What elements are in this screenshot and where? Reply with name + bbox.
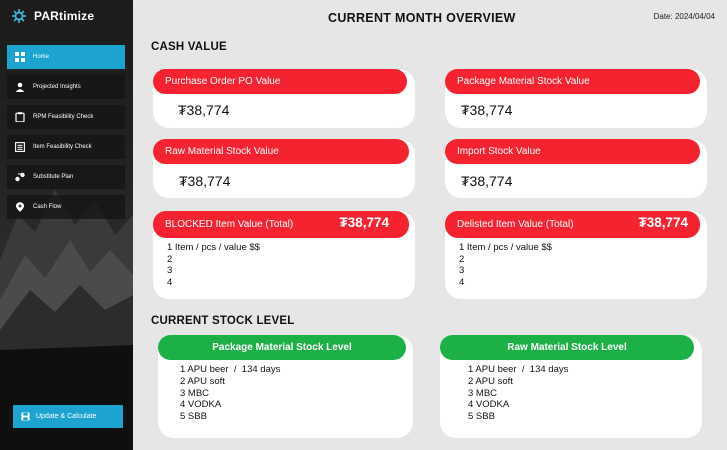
card-amount: ₮38,774	[339, 215, 389, 230]
purchase-order-value-card: Purchase Order PO Value ₮38,774	[153, 69, 415, 128]
list-item: 2	[459, 253, 465, 265]
card-label: Raw Material Stock Value	[153, 139, 409, 164]
raw-material-stock-value-card: Raw Material Stock Value ₮38,774	[153, 139, 415, 198]
package-material-stock-level-card: Package Material Stock Level 1 APU beer …	[158, 335, 413, 438]
list-item: 3 MBC	[468, 387, 498, 399]
list-item: 2 APU soft	[180, 375, 225, 387]
package-material-stock-value-card: Package Material Stock Value ₮38,774	[445, 69, 707, 128]
sidebar-item-label: Substitute Plan	[33, 174, 74, 180]
save-icon	[21, 412, 30, 421]
cash-value-heading: CASH VALUE	[151, 41, 227, 53]
list-item: 4	[167, 276, 173, 288]
list-item: 4 VODKA	[468, 399, 510, 411]
list-item: 5 SBB	[468, 411, 495, 423]
list-item: 3	[459, 265, 465, 276]
swap-icon	[15, 172, 25, 182]
list-item: 3 MBC	[180, 387, 210, 399]
list-item: 1 APU beer / 134 days	[468, 364, 569, 375]
card-amount: ₮38,774	[638, 215, 688, 230]
blocked-item-value-card: BLOCKED Item Value (Total) ₮38,774 1 Ite…	[153, 211, 415, 299]
blocked-item-list: 1 Item / pcs / value $$ 2 3 4	[167, 242, 260, 288]
list-item: 5 SBB	[180, 411, 207, 423]
list-item: 1 Item / pcs / value $$	[459, 242, 552, 253]
package-stock-list: 1 APU beer / 134 days 2 APU soft 3 MBC 4…	[180, 364, 280, 423]
list-item: 2 APU soft	[468, 375, 513, 387]
sidebar-item-label: Item Feasibility Check	[33, 144, 92, 150]
card-amount: ₮38,774	[179, 173, 231, 189]
update-calculate-button[interactable]: Update & Calculate	[13, 405, 123, 428]
document-list-icon	[15, 142, 25, 152]
raw-stock-list: 1 APU beer / 134 days 2 APU soft 3 MBC 4…	[468, 364, 568, 423]
sidebar: PARtimize Home Projected Insights RPM Fe…	[0, 0, 133, 450]
blocked-item-pill: BLOCKED Item Value (Total) ₮38,774	[153, 211, 409, 238]
sidebar-nav: Home Projected Insights RPM Feasibility …	[7, 45, 125, 225]
list-item: 4 VODKA	[180, 399, 222, 411]
list-item: 4	[459, 276, 465, 288]
card-label: Delisted Item Value (Total)	[457, 219, 574, 230]
sidebar-item-label: Projected Insights	[33, 84, 81, 90]
main-content: CURRENT MONTH OVERVIEW Date: 2024/04/04 …	[133, 0, 727, 450]
sidebar-item-label: RPM Feasibility Check	[33, 114, 94, 120]
card-label: Package Material Stock Level	[158, 335, 406, 360]
sidebar-item-rpm-feasibility-check[interactable]: RPM Feasibility Check	[7, 105, 125, 129]
sidebar-item-projected-insights[interactable]: Projected Insights	[7, 75, 125, 99]
list-item: 3	[167, 265, 173, 276]
gear-logo-icon	[12, 9, 26, 23]
dashboard-icon	[15, 52, 25, 62]
raw-material-stock-level-card: Raw Material Stock Level 1 APU beer / 13…	[440, 335, 702, 438]
sidebar-item-label: Home	[33, 54, 50, 60]
import-stock-value-card: Import Stock Value ₮38,774	[445, 139, 707, 198]
card-label: Package Material Stock Value	[445, 69, 700, 94]
app-name: PARtimize	[34, 9, 95, 23]
sidebar-item-home[interactable]: Home	[7, 45, 125, 69]
delisted-item-pill: Delisted Item Value (Total) ₮38,774	[445, 211, 700, 238]
location-pin-icon	[16, 202, 24, 212]
card-label: Raw Material Stock Level	[440, 335, 694, 360]
list-item: 2	[167, 253, 173, 265]
sidebar-item-item-feasibility-check[interactable]: Item Feasibility Check	[7, 135, 125, 159]
person-icon	[15, 82, 25, 92]
stock-level-heading: CURRENT STOCK LEVEL	[151, 315, 295, 327]
card-amount: ₮38,774	[461, 102, 513, 118]
delisted-item-list: 1 Item / pcs / value $$ 2 3 4	[459, 242, 552, 288]
brand: PARtimize	[12, 9, 94, 23]
sidebar-item-label: Cash Flow	[33, 204, 62, 210]
sidebar-item-substitute-plan[interactable]: Substitute Plan	[7, 165, 125, 189]
page-title: CURRENT MONTH OVERVIEW	[328, 11, 516, 25]
list-item: 1 Item / pcs / value $$	[167, 242, 260, 253]
card-label: Purchase Order PO Value	[153, 69, 407, 94]
card-label: BLOCKED Item Value (Total)	[165, 219, 294, 230]
card-amount: ₮38,774	[461, 173, 513, 189]
card-label: Import Stock Value	[445, 139, 700, 164]
sidebar-item-cash-flow[interactable]: Cash Flow	[7, 195, 125, 219]
clipboard-icon	[15, 112, 25, 122]
delisted-item-value-card: Delisted Item Value (Total) ₮38,774 1 It…	[445, 211, 707, 299]
card-amount: ₮38,774	[178, 102, 230, 118]
list-item: 1 APU beer / 134 days	[180, 364, 281, 375]
update-calculate-label: Update & Calculate	[36, 413, 97, 420]
date-label: Date: 2024/04/04	[653, 12, 715, 21]
